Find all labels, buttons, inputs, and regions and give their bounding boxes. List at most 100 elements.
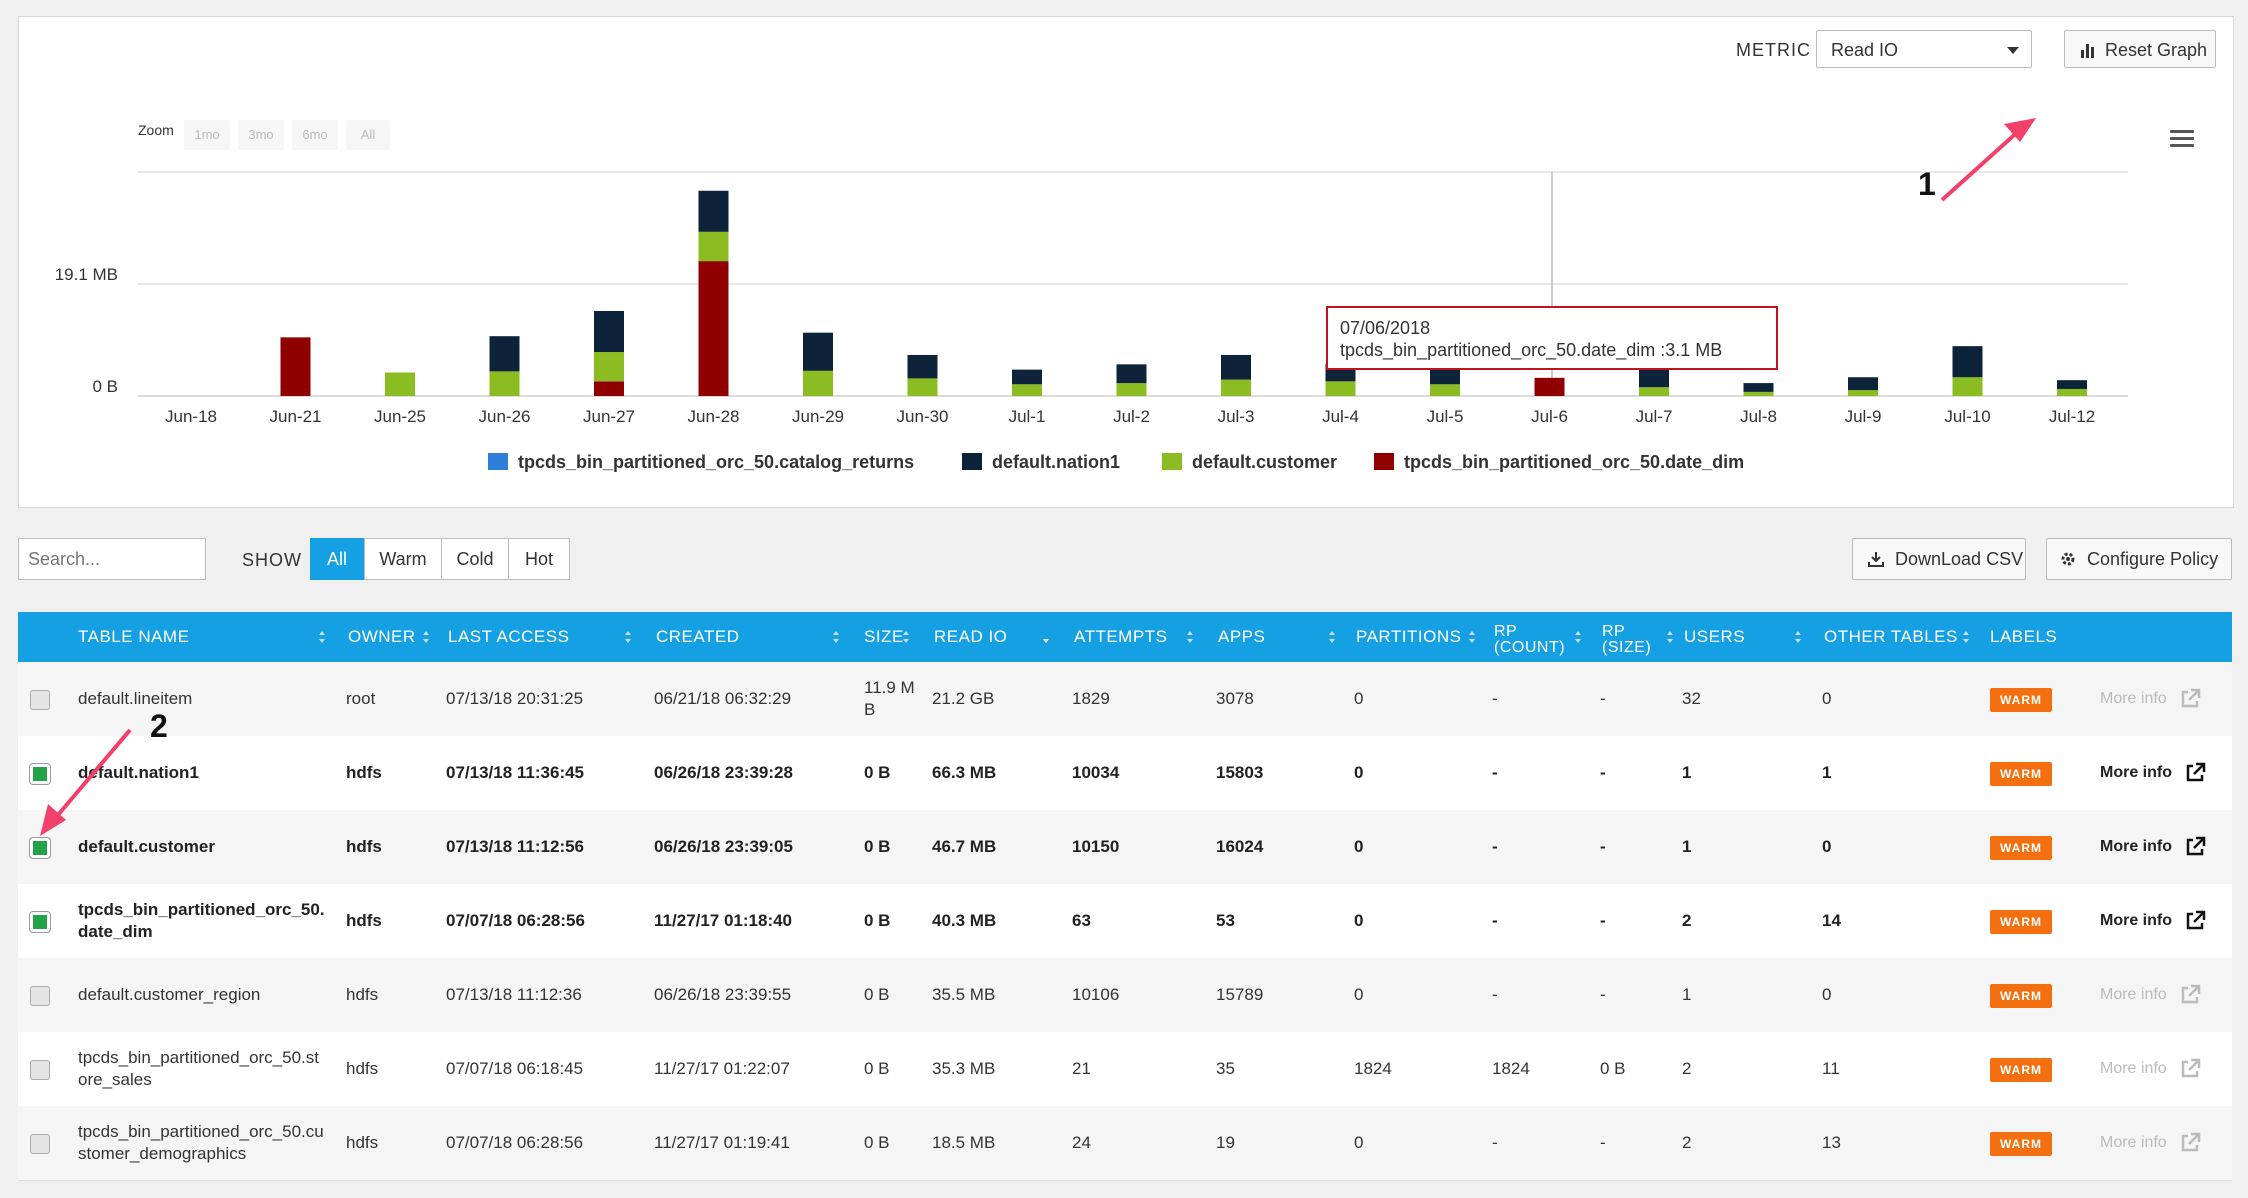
row-checkbox[interactable] — [30, 690, 50, 710]
bar-segment[interactable] — [907, 354, 938, 379]
sort-icon[interactable] — [1328, 630, 1336, 644]
bar-segment[interactable] — [1325, 381, 1356, 396]
bar-segment[interactable] — [594, 352, 624, 382]
bar-segment[interactable] — [280, 337, 311, 396]
legend-item[interactable]: default.customer — [1192, 452, 1337, 472]
col-size[interactable]: SIZE — [864, 612, 904, 662]
sort-icon[interactable] — [1962, 630, 1970, 644]
row-checkbox[interactable] — [30, 764, 50, 784]
bar-segment[interactable] — [698, 231, 729, 262]
legend-swatch[interactable] — [962, 453, 982, 470]
table-row[interactable]: tpcds_bin_partitioned_orc_50.date_dim hdf… — [18, 884, 2232, 959]
bar-segment[interactable] — [1743, 391, 1774, 396]
bar-segment[interactable] — [1430, 369, 1460, 385]
sort-icon[interactable] — [1468, 630, 1476, 644]
row-checkbox[interactable] — [30, 1060, 50, 1080]
col-other-tables[interactable]: OTHER TABLES — [1824, 612, 1958, 662]
more-info-link[interactable]: More info — [2100, 662, 2201, 736]
sort-icon[interactable] — [1574, 630, 1582, 644]
bar-segment[interactable] — [1743, 383, 1774, 392]
warm-label-badge[interactable]: WARM — [1990, 910, 2052, 934]
more-info-link[interactable]: More info — [2100, 1032, 2201, 1106]
more-info-link[interactable]: More info — [2100, 958, 2201, 1032]
more-info-link[interactable]: More info — [2100, 1106, 2201, 1180]
bar-segment[interactable] — [1639, 367, 1669, 388]
legend-swatch[interactable] — [488, 453, 508, 470]
bar-segment[interactable] — [1848, 390, 1878, 396]
col-last-access[interactable]: LAST ACCESS — [448, 612, 569, 662]
bar-segment[interactable] — [385, 372, 415, 396]
warm-label-badge[interactable]: WARM — [1990, 984, 2052, 1008]
filter-hot-tab[interactable]: Hot — [508, 538, 570, 580]
table-row[interactable]: tpcds_bin_partitioned_orc_50.customer_de… — [18, 1106, 2232, 1181]
sort-icon[interactable] — [422, 630, 430, 644]
warm-label-badge[interactable]: WARM — [1990, 1058, 2052, 1082]
table-row[interactable]: default.customer_region hdfs 07/13/18 11:1… — [18, 958, 2232, 1033]
col-apps[interactable]: APPS — [1218, 612, 1265, 662]
table-row[interactable]: tpcds_bin_partitioned_orc_50.store_sales… — [18, 1032, 2232, 1107]
bar-segment[interactable] — [1534, 377, 1565, 396]
col-partitions[interactable]: PARTITIONS — [1356, 612, 1461, 662]
warm-label-badge[interactable]: WARM — [1990, 1132, 2052, 1156]
bar-segment[interactable] — [2057, 380, 2087, 389]
more-info-link[interactable]: More info — [2100, 884, 2206, 958]
row-checkbox[interactable] — [30, 1134, 50, 1154]
legend-swatch[interactable] — [1374, 453, 1394, 470]
configure-policy-button[interactable]: Configure Policy — [2046, 538, 2232, 580]
bar-segment[interactable] — [698, 261, 729, 396]
col-created[interactable]: CREATED — [656, 612, 739, 662]
col-table-name[interactable]: TABLE NAME — [78, 612, 189, 662]
col-read-io[interactable]: READ IO — [934, 612, 1007, 662]
legend-swatch[interactable] — [1162, 453, 1182, 470]
col-users[interactable]: USERS — [1684, 612, 1745, 662]
filter-warm-tab[interactable]: Warm — [364, 538, 442, 580]
warm-label-badge[interactable]: WARM — [1990, 762, 2052, 786]
row-checkbox[interactable] — [30, 912, 50, 932]
sort-icon[interactable] — [1666, 630, 1674, 644]
col-attempts[interactable]: ATTEMPTS — [1074, 612, 1167, 662]
sort-icon[interactable] — [902, 630, 910, 644]
warm-label-badge[interactable]: WARM — [1990, 836, 2052, 860]
bar-segment[interactable] — [594, 381, 624, 396]
bar-segment[interactable] — [1952, 346, 1983, 378]
bar-segment[interactable] — [1012, 369, 1042, 385]
bar-segment[interactable] — [1848, 377, 1878, 391]
sort-icon[interactable] — [832, 630, 840, 644]
sort-icon[interactable] — [624, 630, 632, 644]
download-csv-button[interactable]: DownLoad CSV — [1852, 538, 2026, 580]
sort-icon[interactable] — [1794, 630, 1802, 644]
bar-segment[interactable] — [1116, 364, 1147, 384]
table-row[interactable]: default.customer hdfs 07/13/18 11:12:56 06/… — [18, 810, 2232, 885]
sort-desc-icon[interactable] — [1042, 630, 1050, 644]
bar-segment[interactable] — [1952, 377, 1983, 396]
bar-segment[interactable] — [803, 332, 833, 371]
table-row[interactable]: default.lineitem root 07/13/18 20:31:25 06/… — [18, 662, 2232, 737]
table-row[interactable]: default.nation1 hdfs 07/13/18 11:36:45 06/2… — [18, 736, 2232, 811]
legend-item[interactable]: default.nation1 — [992, 452, 1120, 472]
more-info-link[interactable]: More info — [2100, 810, 2206, 884]
bar-segment[interactable] — [594, 310, 624, 353]
bar-segment[interactable] — [1430, 384, 1460, 396]
bar-segment[interactable] — [1221, 379, 1251, 396]
bar-segment[interactable] — [1012, 384, 1042, 396]
legend-item[interactable]: tpcds_bin_partitioned_orc_50.date_dim — [1404, 452, 1744, 472]
bar-segment[interactable] — [1639, 387, 1669, 396]
sort-icon[interactable] — [1186, 630, 1194, 644]
bar-segment[interactable] — [907, 378, 938, 396]
col-labels[interactable]: LABELS — [1990, 612, 2057, 662]
filter-all-tab[interactable]: All — [310, 538, 364, 580]
filter-cold-tab[interactable]: Cold — [441, 538, 509, 580]
legend-item[interactable]: tpcds_bin_partitioned_orc_50.catalog_ret… — [518, 452, 914, 472]
col-owner[interactable]: OWNER — [348, 612, 416, 662]
row-checkbox[interactable] — [30, 838, 50, 858]
more-info-link[interactable]: More info — [2100, 736, 2206, 810]
bar-segment[interactable] — [2057, 388, 2087, 396]
bar-segment[interactable] — [698, 190, 729, 232]
search-input[interactable] — [18, 538, 206, 580]
bar-segment[interactable] — [1116, 383, 1147, 396]
bar-segment[interactable] — [1221, 354, 1251, 380]
warm-label-badge[interactable]: WARM — [1990, 688, 2052, 712]
row-checkbox[interactable] — [30, 986, 50, 1006]
sort-icon[interactable] — [318, 630, 326, 644]
bar-segment[interactable] — [489, 336, 520, 372]
